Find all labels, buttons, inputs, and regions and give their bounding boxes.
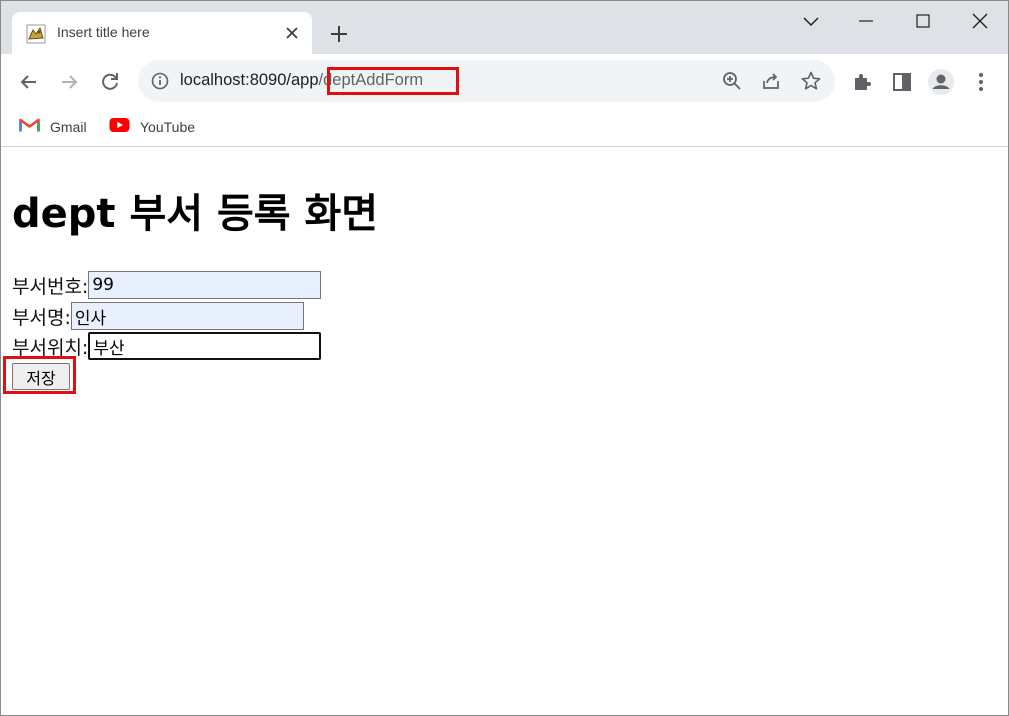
extensions-puzzle-icon[interactable]	[849, 68, 877, 96]
tab-title: Insert title here	[57, 24, 150, 40]
bookmarks-bar: Gmail YouTube	[1, 110, 1008, 147]
active-tab[interactable]: Insert title here	[12, 12, 312, 54]
chevron-down-icon[interactable]	[798, 9, 824, 35]
dname-label: 부서명:	[12, 306, 71, 329]
share-icon[interactable]	[760, 70, 782, 92]
reload-icon[interactable]	[96, 68, 124, 96]
site-info-icon[interactable]	[150, 71, 170, 91]
url-host: localhost:8090/app	[180, 71, 319, 89]
browser-window: Insert title here localhost:8090/app/dep…	[0, 0, 1009, 716]
bookmark-star-icon[interactable]	[800, 70, 822, 92]
side-panel-icon[interactable]	[888, 68, 916, 96]
bookmark-youtube[interactable]: YouTube	[109, 115, 195, 139]
deptno-input[interactable]	[88, 271, 322, 299]
bookmark-label: Gmail	[50, 119, 87, 135]
close-window-icon[interactable]	[967, 9, 993, 35]
bookmark-label: YouTube	[140, 119, 196, 135]
youtube-icon	[109, 117, 130, 137]
forward-arrow-icon[interactable]	[55, 68, 83, 96]
dname-input[interactable]	[70, 302, 304, 330]
tomcat-icon	[26, 24, 46, 44]
back-arrow-icon[interactable]	[15, 68, 43, 96]
loc-input[interactable]	[88, 332, 322, 360]
url-path-highlight-box	[327, 67, 459, 95]
form-row-dname: 부서명:	[12, 301, 304, 331]
deptno-label: 부서번호:	[12, 275, 89, 298]
browser-toolbar: localhost:8090/app/deptAddForm	[1, 54, 1008, 110]
tab-strip: Insert title here	[1, 1, 1008, 54]
minimize-icon[interactable]	[853, 9, 879, 35]
zoom-icon[interactable]	[721, 70, 743, 92]
tab-close-icon[interactable]	[282, 23, 302, 43]
page-title: dept 부서 등록 화면	[12, 191, 379, 237]
gmail-icon	[19, 117, 40, 137]
new-tab-plus-icon[interactable]	[327, 22, 351, 46]
address-bar[interactable]: localhost:8090/app/deptAddForm	[138, 60, 835, 102]
kebab-menu-icon[interactable]	[967, 68, 995, 96]
profile-avatar-icon[interactable]	[927, 68, 955, 96]
page-content: dept 부서 등록 화면 부서번호: 부서명: 부서위치: 저장	[1, 148, 1008, 715]
bookmark-gmail[interactable]: Gmail	[19, 115, 87, 139]
form-row-deptno: 부서번호:	[12, 270, 322, 300]
maximize-icon[interactable]	[910, 9, 936, 35]
save-button-highlight-box	[3, 356, 76, 394]
